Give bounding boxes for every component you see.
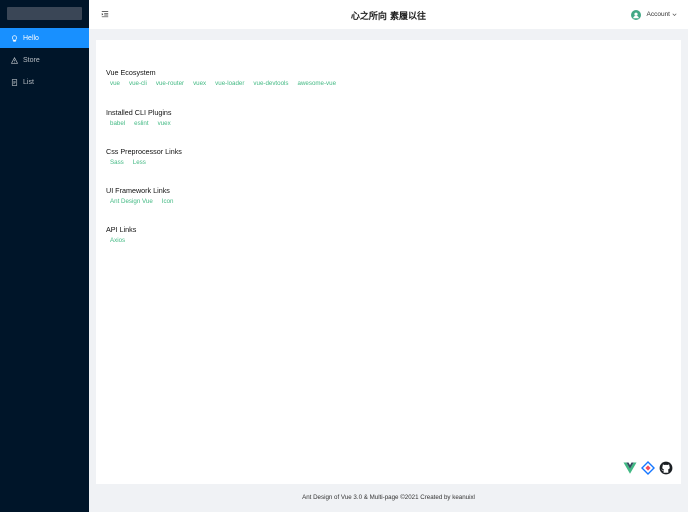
link-ant-design-vue[interactable]: Ant Design Vue [110,198,153,205]
section-cli-plugins: Installed CLI Plugins babel eslint vuex [106,108,180,127]
link-vue-router[interactable]: vue-router [156,80,184,87]
link-axios[interactable]: Axios [110,237,125,244]
sidebar: Hello Store List [0,0,89,512]
section-css-preprocessor: Css Preprocessor Links Sass Less [106,147,182,166]
sidebar-item-label: List [23,78,34,86]
link-vue-loader[interactable]: vue-loader [215,80,244,87]
file-icon [10,78,19,87]
sidebar-item-list[interactable]: List [0,72,89,92]
top-header: 心之所向 素履以往 Account [89,0,688,29]
link-less[interactable]: Less [133,159,146,166]
main-content: Vue Ecosystem vue vue-cli vue-router vue… [96,40,681,484]
section-title: Installed CLI Plugins [106,108,172,117]
sidebar-item-label: Store [23,56,40,64]
ant-design-logo-icon[interactable] [640,460,655,475]
section-title: Css Preprocessor Links [106,147,182,156]
section-api-links: API Links Axios [106,225,136,244]
sidebar-menu: Hello Store List [0,28,89,94]
link-sass[interactable]: Sass [110,159,124,166]
logo[interactable] [7,7,82,20]
sidebar-item-store[interactable]: Store [0,50,89,70]
link-vue-cli[interactable]: vue-cli [129,80,147,87]
link-awesome-vue[interactable]: awesome-vue [298,80,337,87]
sidebar-item-label: Hello [23,34,39,42]
chevron-down-icon [672,13,677,16]
avatar[interactable] [630,9,641,20]
link-vuex-plugin[interactable]: vuex [158,120,171,127]
link-vuex[interactable]: vuex [193,80,206,87]
link-icon[interactable]: Icon [162,198,174,205]
link-eslint[interactable]: eslint [134,120,148,127]
bulb-icon [10,34,19,43]
footer: Ant Design of Vue 3.0 & Multi-page ©2021… [302,494,475,501]
section-title: API Links [106,225,137,234]
link-vue-devtools[interactable]: vue-devtools [253,80,288,87]
section-ui-framework: UI Framework Links Ant Design Vue Icon [106,186,182,205]
section-title: UI Framework Links [106,186,170,195]
page-title: 心之所向 素履以往 [350,12,427,22]
account-dropdown[interactable]: Account [630,8,678,21]
vue-logo-icon[interactable] [622,460,637,475]
section-title: Vue Ecosystem [106,68,156,77]
brand-icons [619,460,673,475]
github-icon[interactable] [658,460,673,475]
sidebar-item-hello[interactable]: Hello [0,28,89,48]
link-babel[interactable]: babel [110,120,125,127]
account-label: Account [646,11,671,18]
section-vue-ecosystem: Vue Ecosystem vue vue-cli vue-router vue… [106,68,345,87]
warning-icon [10,56,19,65]
link-vue[interactable]: vue [110,80,120,87]
